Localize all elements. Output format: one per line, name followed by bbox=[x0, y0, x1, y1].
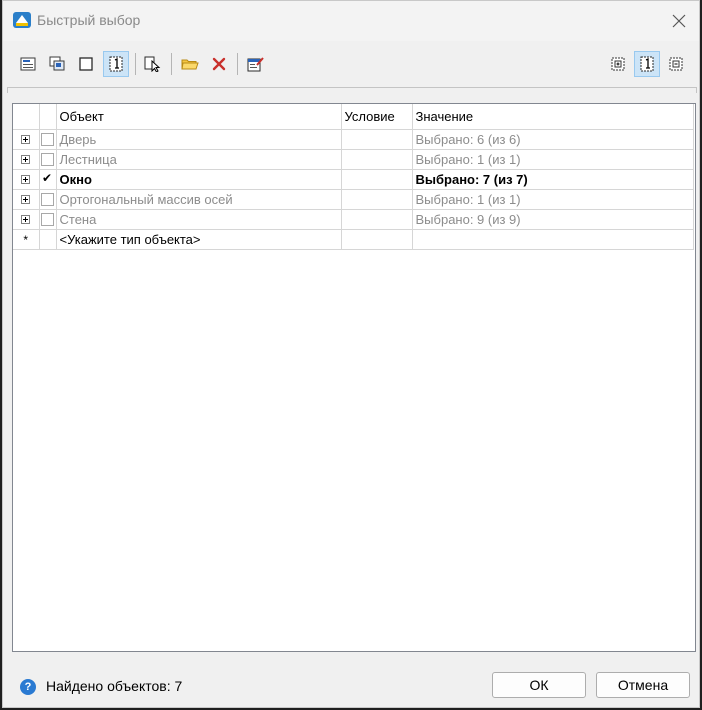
table-row[interactable]: Дверь Выбрано: 6 (из 6) bbox=[13, 129, 694, 150]
app-icon bbox=[12, 11, 32, 29]
object-cell: Дверь bbox=[56, 129, 342, 150]
properties-icon bbox=[247, 57, 264, 72]
toolbar-separator bbox=[171, 53, 172, 75]
expand-icon[interactable] bbox=[21, 154, 31, 164]
expand-icon[interactable] bbox=[21, 214, 31, 224]
properties-button[interactable] bbox=[243, 51, 269, 77]
cancel-button[interactable]: Отмена bbox=[596, 672, 690, 698]
number-one-icon bbox=[640, 56, 654, 72]
toolbar-separator bbox=[237, 53, 238, 75]
one-level-button[interactable] bbox=[634, 51, 660, 77]
expand-icon[interactable] bbox=[21, 194, 31, 204]
condition-cell[interactable] bbox=[341, 149, 413, 170]
object-cell: Стена bbox=[56, 209, 342, 230]
expand-all-button[interactable] bbox=[605, 51, 631, 77]
help-icon[interactable]: ? bbox=[20, 679, 36, 695]
open-button[interactable] bbox=[177, 51, 203, 77]
found-objects-count: Найдено объектов: 7 bbox=[46, 678, 183, 694]
row-checkbox[interactable] bbox=[41, 192, 54, 206]
delete-button[interactable] bbox=[206, 51, 232, 77]
window-title: Быстрый выбор bbox=[37, 12, 141, 28]
row-checkbox[interactable] bbox=[41, 152, 54, 166]
red-cross-icon bbox=[212, 57, 226, 71]
object-grid[interactable]: Объект Условие Значение Дверь Выбрано: 6… bbox=[12, 103, 696, 652]
value-cell: Выбрано: 6 (из 6) bbox=[412, 129, 694, 150]
select-none-button[interactable] bbox=[73, 51, 99, 77]
overlap-select-icon bbox=[49, 56, 65, 71]
pick-object-button[interactable] bbox=[140, 51, 166, 77]
table-row[interactable]: Окно Выбрано: 7 (из 7) bbox=[13, 169, 694, 190]
condition-cell[interactable] bbox=[341, 169, 413, 190]
table-row[interactable]: Стена Выбрано: 9 (из 9) bbox=[13, 209, 694, 230]
expand-icon[interactable] bbox=[21, 134, 31, 144]
toolbar-separator bbox=[135, 53, 136, 75]
collapse-all-button[interactable] bbox=[663, 51, 689, 77]
select-intersect-button[interactable] bbox=[44, 51, 70, 77]
ok-button[interactable]: ОК bbox=[492, 672, 586, 698]
toolbar-divider bbox=[7, 87, 697, 93]
new-row-marker: * bbox=[23, 232, 29, 247]
value-cell: Выбрано: 1 (из 1) bbox=[412, 149, 694, 170]
new-object-row[interactable]: * <Укажите тип объекта> bbox=[13, 229, 694, 250]
value-cell: Выбрано: 1 (из 1) bbox=[412, 189, 694, 210]
check-column-header bbox=[39, 104, 57, 130]
object-cell: Ортогональный массив осей bbox=[56, 189, 342, 210]
table-row[interactable]: Лестница Выбрано: 1 (из 1) bbox=[13, 149, 694, 170]
title-bar: Быстрый выбор bbox=[3, 1, 699, 41]
close-icon bbox=[672, 14, 686, 28]
expand-icon[interactable] bbox=[21, 174, 31, 184]
pick-cursor-icon bbox=[144, 56, 161, 72]
column-header-condition[interactable]: Условие bbox=[341, 104, 413, 130]
close-button[interactable] bbox=[659, 1, 699, 41]
folder-icon bbox=[181, 59, 199, 70]
object-cell: Окно bbox=[56, 169, 342, 190]
value-cell: Выбрано: 9 (из 9) bbox=[412, 209, 694, 230]
toolbar bbox=[3, 41, 699, 87]
collapse-icon bbox=[669, 57, 683, 71]
row-checkbox[interactable] bbox=[41, 132, 54, 146]
new-object-placeholder[interactable]: <Укажите тип объекта> bbox=[56, 229, 342, 250]
row-checkbox-checked[interactable] bbox=[41, 171, 54, 186]
expand-icon bbox=[611, 57, 625, 71]
column-header-value[interactable]: Значение bbox=[412, 104, 694, 130]
select-one-button[interactable] bbox=[103, 51, 129, 77]
condition-cell[interactable] bbox=[341, 189, 413, 210]
value-cell: Выбрано: 7 (из 7) bbox=[412, 169, 694, 190]
column-header-object[interactable]: Объект bbox=[56, 104, 342, 130]
quick-select-dialog: Быстрый выбор Объект Условие Значение Дв… bbox=[2, 0, 700, 708]
object-cell: Лестница bbox=[56, 149, 342, 170]
expand-column-header bbox=[13, 104, 40, 130]
condition-cell[interactable] bbox=[341, 129, 413, 150]
empty-box-icon bbox=[79, 57, 93, 71]
list-select-icon bbox=[20, 57, 36, 71]
table-row[interactable]: Ортогональный массив осей Выбрано: 1 (из… bbox=[13, 189, 694, 210]
number-one-icon bbox=[109, 56, 123, 72]
select-by-layer-button[interactable] bbox=[15, 51, 41, 77]
row-checkbox[interactable] bbox=[41, 212, 54, 226]
condition-cell[interactable] bbox=[341, 209, 413, 230]
status-bar: ? Найдено объектов: 7 ОК Отмена bbox=[3, 665, 699, 709]
